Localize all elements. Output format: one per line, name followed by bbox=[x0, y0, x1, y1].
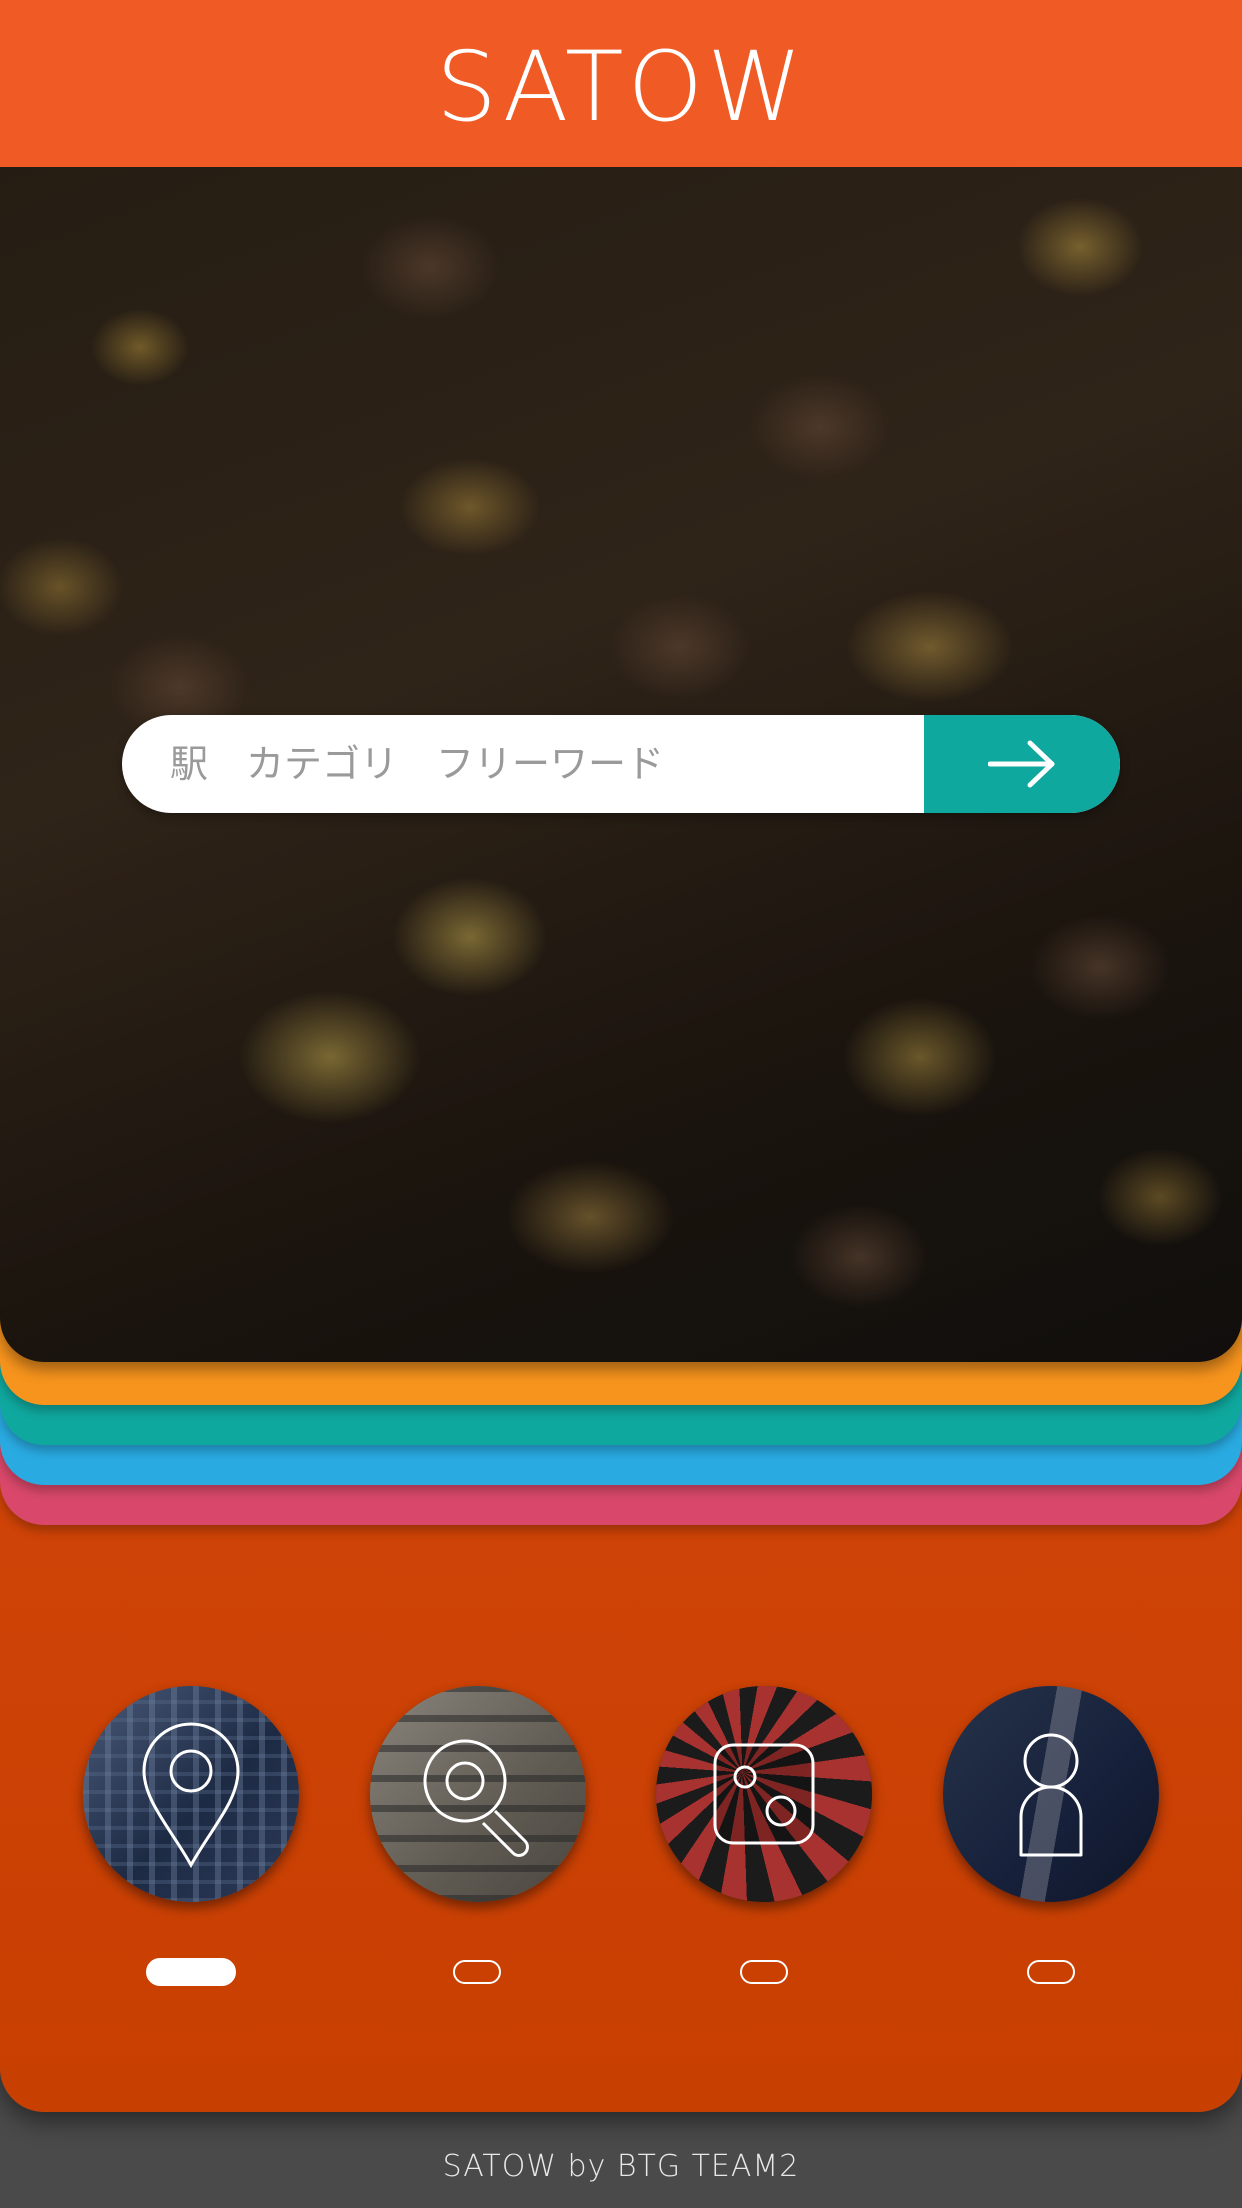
nav-search-button[interactable] bbox=[370, 1686, 586, 1902]
nav-row bbox=[0, 1686, 1242, 1904]
arrow-right-icon bbox=[988, 740, 1055, 788]
page-dot-random[interactable] bbox=[740, 1960, 788, 1984]
page-dot-search[interactable] bbox=[453, 1960, 501, 1984]
app-title: SATOW bbox=[435, 30, 807, 143]
search-input[interactable] bbox=[122, 715, 924, 813]
footer-credit: SATOW by BTG TEAM2 bbox=[442, 2148, 800, 2184]
nav-random-button[interactable] bbox=[656, 1686, 872, 1902]
search-bar bbox=[122, 715, 1120, 813]
dice-icon bbox=[713, 1743, 815, 1845]
search-icon bbox=[423, 1739, 529, 1857]
app-screen: SATOW 駅 カテゴリ フリーワード SATOW by BTG TEAM2 bbox=[0, 0, 1242, 2208]
nav-profile-button[interactable] bbox=[943, 1686, 1159, 1902]
person-icon bbox=[1019, 1733, 1083, 1857]
page-dot-profile[interactable] bbox=[1027, 1960, 1075, 1984]
page-dot-location[interactable] bbox=[146, 1958, 236, 1986]
app-header: SATOW bbox=[0, 0, 1242, 167]
footer: SATOW by BTG TEAM2 bbox=[0, 2112, 1242, 2208]
search-submit-button[interactable] bbox=[924, 715, 1120, 813]
map-pin-icon bbox=[142, 1722, 240, 1869]
page-indicator bbox=[0, 1958, 1242, 1988]
nav-location-button[interactable] bbox=[83, 1686, 299, 1902]
